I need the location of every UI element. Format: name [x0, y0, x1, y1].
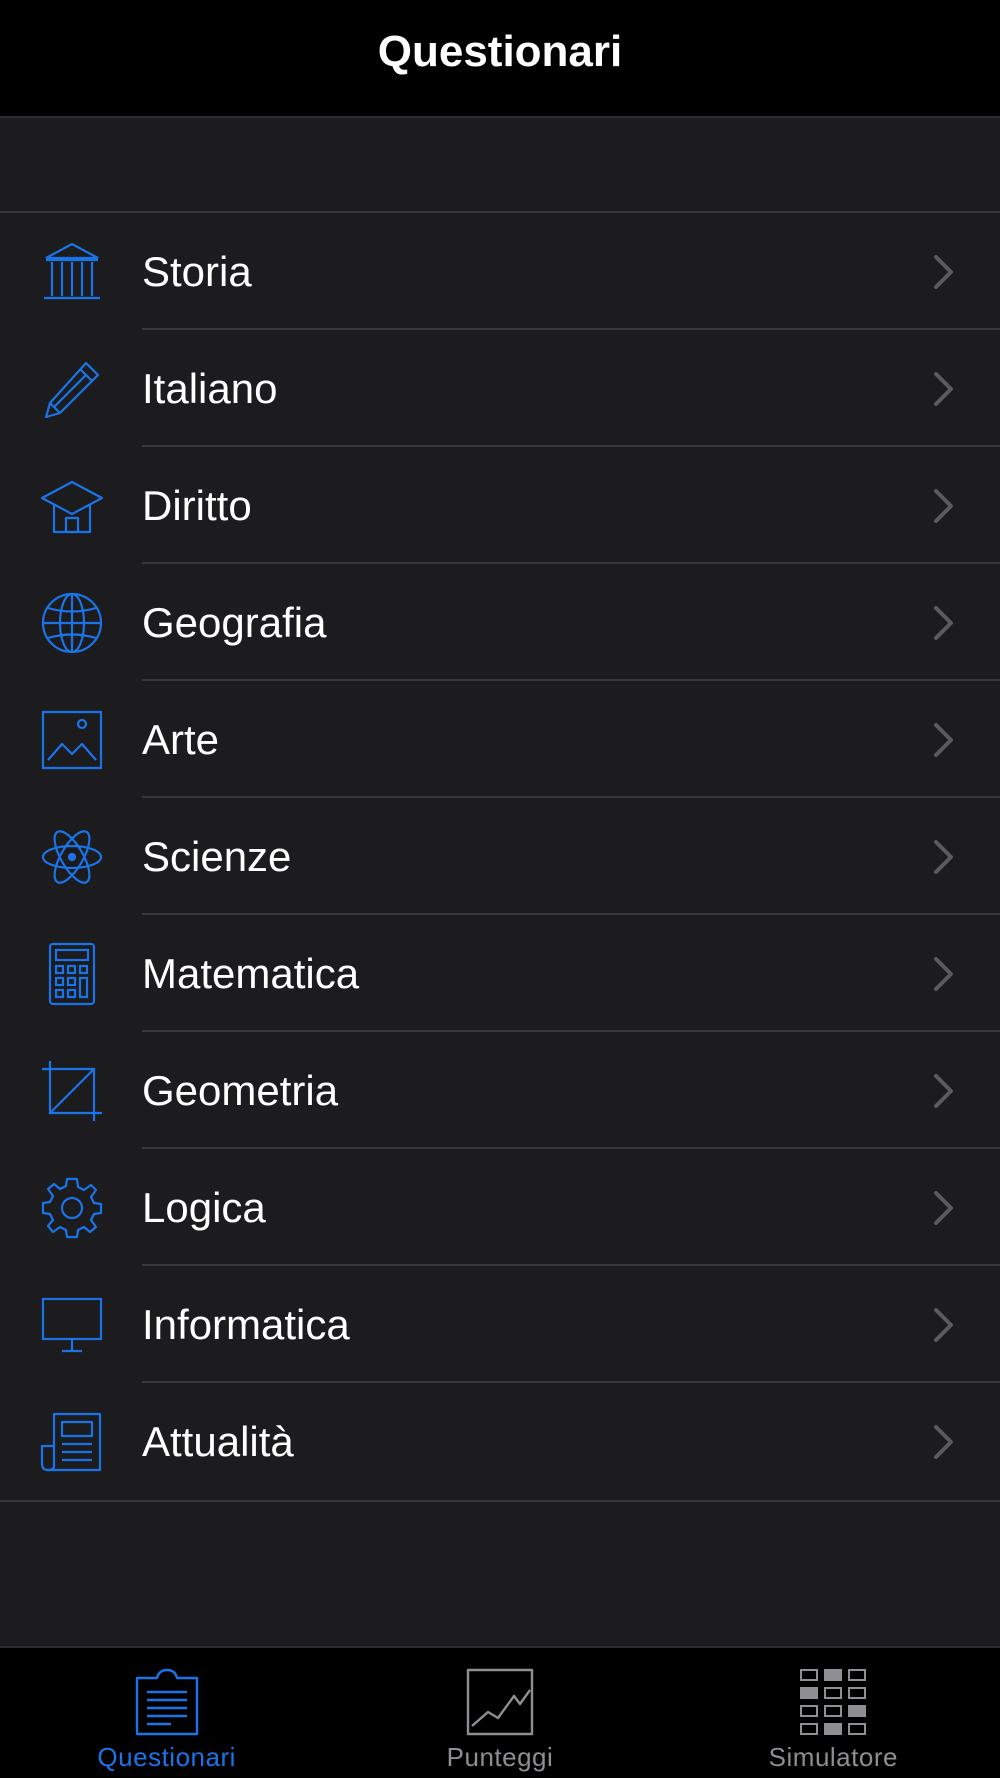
- globe-icon: [40, 591, 104, 655]
- grid-blocks-icon: [800, 1669, 867, 1735]
- list-item-label: Matematica: [142, 949, 360, 997]
- subject-list: Storia Italiano Diritto Geografia Arte S…: [0, 211, 1000, 1502]
- list-item-label: Scienze: [142, 832, 292, 880]
- list-item-geometria[interactable]: Geometria: [0, 1032, 1000, 1149]
- pencil-icon: [40, 357, 104, 421]
- crop-square-icon: [40, 1059, 104, 1123]
- calculator-icon: [40, 942, 104, 1006]
- list-item-label: Logica: [142, 1183, 266, 1231]
- chevron-right-icon: [934, 722, 953, 757]
- gear-icon: [40, 1176, 104, 1240]
- list-item-label: Storia: [142, 247, 252, 295]
- monitor-icon: [40, 1293, 104, 1357]
- chevron-right-icon: [934, 1424, 953, 1459]
- list-item-scienze[interactable]: Scienze: [0, 798, 1000, 915]
- list-item-label: Attualità: [142, 1417, 294, 1465]
- list-item-label: Diritto: [142, 481, 252, 529]
- tab-simulatore[interactable]: Simulatore: [667, 1648, 1000, 1778]
- list-item-logica[interactable]: Logica: [0, 1149, 1000, 1266]
- page-title: Questionari: [377, 27, 623, 76]
- tab-label: Questionari: [97, 1742, 236, 1772]
- chevron-right-icon: [934, 1307, 953, 1342]
- list-item-storia[interactable]: Storia: [0, 213, 1000, 330]
- list-item-italiano[interactable]: Italiano: [0, 330, 1000, 447]
- list-item-informatica[interactable]: Informatica: [0, 1266, 1000, 1383]
- list-item-label: Geografia: [142, 598, 327, 646]
- tab-label: Simulatore: [768, 1742, 898, 1772]
- tab-label: Punteggi: [446, 1742, 554, 1772]
- tab-punteggi[interactable]: Punteggi: [333, 1648, 666, 1778]
- list-item-diritto[interactable]: Diritto: [0, 447, 1000, 564]
- list-item-label: Geometria: [142, 1066, 339, 1114]
- chevron-right-icon: [934, 956, 953, 991]
- chevron-right-icon: [934, 605, 953, 640]
- list-item-geografia[interactable]: Geografia: [0, 564, 1000, 681]
- chevron-right-icon: [934, 488, 953, 523]
- list-item-label: Arte: [142, 715, 220, 763]
- chevron-right-icon: [934, 1073, 953, 1108]
- chevron-right-icon: [934, 371, 953, 406]
- clipboard-icon: [135, 1668, 198, 1736]
- tab-questionari[interactable]: Questionari: [0, 1648, 333, 1778]
- chevron-right-icon: [934, 839, 953, 874]
- list-item-attualita[interactable]: Attualità: [0, 1383, 1000, 1500]
- list-item-label: Informatica: [142, 1300, 350, 1348]
- atom-icon: [40, 825, 104, 889]
- line-chart-icon: [466, 1668, 534, 1736]
- chevron-right-icon: [934, 1190, 953, 1225]
- navigation-bar: Questionari: [0, 0, 1000, 118]
- list-item-arte[interactable]: Arte: [0, 681, 1000, 798]
- chevron-right-icon: [934, 254, 953, 289]
- tab-bar: Questionari Punteggi Simulatore: [0, 1646, 1000, 1778]
- graduation-cap-icon: [40, 474, 104, 538]
- picture-icon: [40, 708, 104, 772]
- list-item-matematica[interactable]: Matematica: [0, 915, 1000, 1032]
- bank-columns-icon: [40, 240, 104, 304]
- list-item-label: Italiano: [142, 364, 278, 412]
- newspaper-icon: [40, 1410, 104, 1474]
